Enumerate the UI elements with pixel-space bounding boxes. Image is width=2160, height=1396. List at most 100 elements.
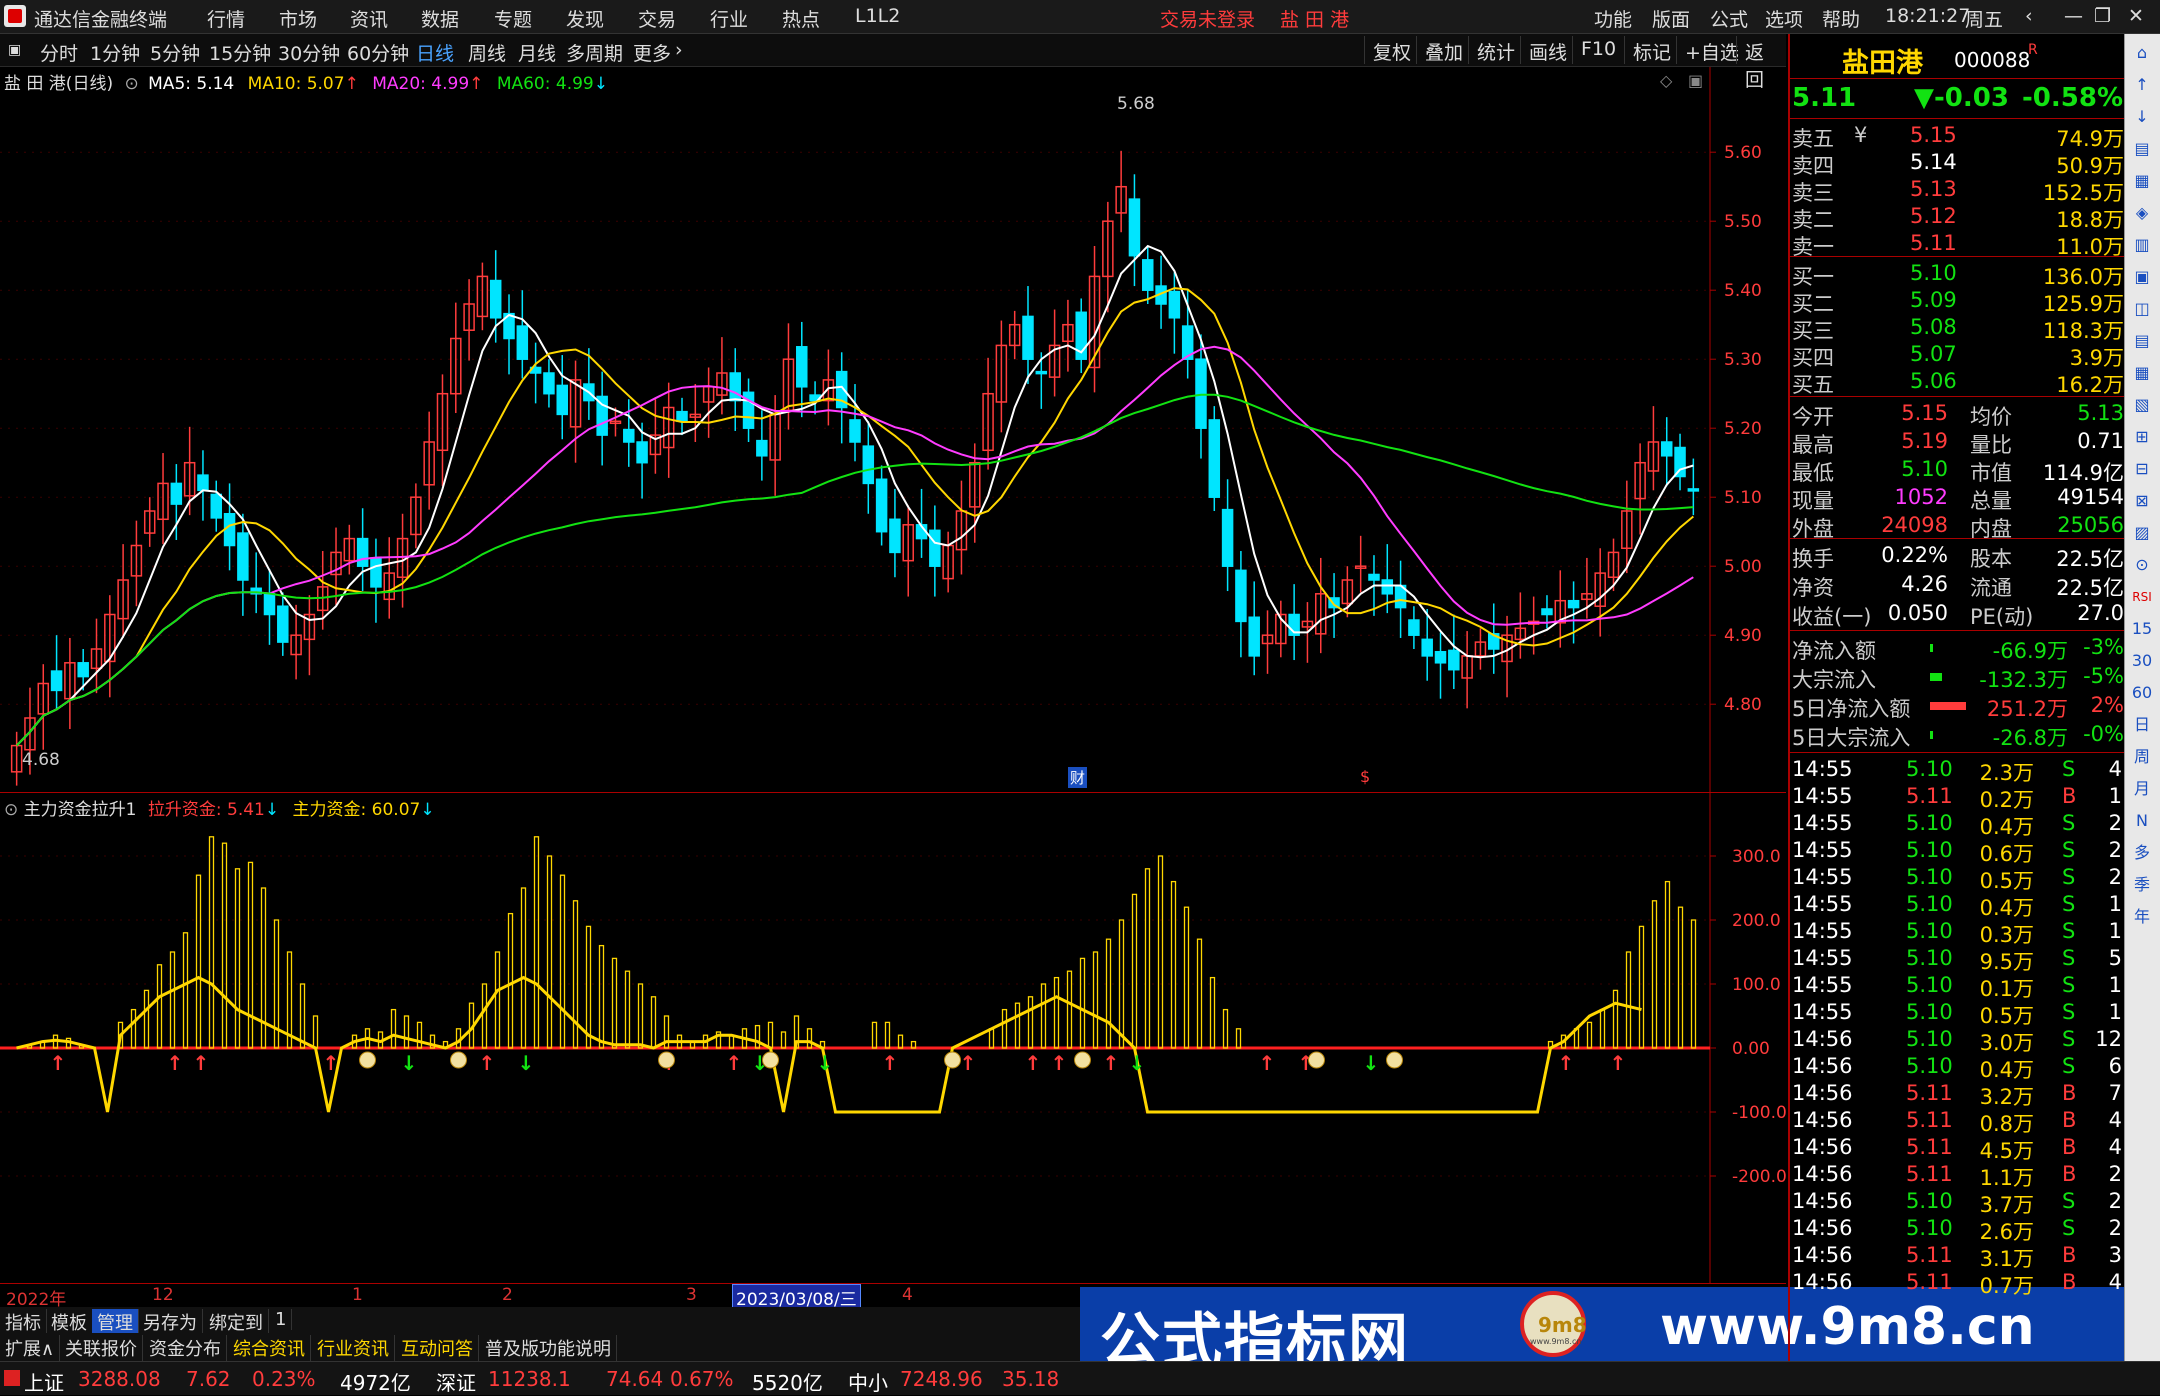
finance-event-marker[interactable]: 财 bbox=[1068, 767, 1088, 788]
login-status[interactable]: 交易未登录 bbox=[1160, 5, 1255, 32]
toolbar-icon[interactable]: ⊠ bbox=[2129, 488, 2155, 514]
period-shortcut-9[interactable]: 季 bbox=[2129, 872, 2155, 898]
menu-gongshi[interactable]: 公式 bbox=[1710, 5, 1748, 32]
period-shortcut-0[interactable]: RSI bbox=[2129, 584, 2155, 610]
candle-body bbox=[796, 346, 808, 388]
price-chart-panel[interactable]: 盐 田 港(日线) ⊙ MA5: 5.14 MA10: 5.07↑ MA20: … bbox=[0, 67, 1786, 792]
toolbar-icon[interactable]: ⌂ bbox=[2129, 40, 2155, 66]
panel-toggle-icon[interactable]: ▣ bbox=[8, 42, 21, 58]
menu-hangqing[interactable]: 行情 bbox=[207, 5, 245, 32]
flow-pct: -5% bbox=[2083, 664, 2124, 688]
period-shortcut-8[interactable]: 多 bbox=[2129, 840, 2155, 866]
tab-guanlian-baojia[interactable]: 关联报价 bbox=[60, 1335, 143, 1361]
ask-row: 卖一 5.11 11.0万 bbox=[1790, 230, 2126, 259]
period-60min[interactable]: 60分钟 bbox=[347, 39, 409, 66]
restore-icon[interactable]: ❐ bbox=[2094, 5, 2111, 27]
toolbar-icon[interactable]: ⊟ bbox=[2129, 456, 2155, 482]
sh-label[interactable]: 上证 bbox=[24, 1367, 64, 1396]
tab-lingcunwei[interactable]: 另存为 bbox=[138, 1309, 203, 1335]
menu-gongneng[interactable]: 功能 bbox=[1594, 5, 1632, 32]
toolbar-icon[interactable]: ▨ bbox=[2129, 520, 2155, 546]
menu-banmian[interactable]: 版面 bbox=[1652, 5, 1690, 32]
period-shortcut-7[interactable]: N bbox=[2129, 808, 2155, 834]
menu-redian[interactable]: 热点 bbox=[782, 5, 820, 32]
tab-kuozhan[interactable]: 扩展∧ bbox=[0, 1335, 61, 1361]
btn-back[interactable]: 返回 bbox=[1736, 36, 1786, 91]
toolbar-icon[interactable]: ▥ bbox=[2129, 232, 2155, 258]
tab-guanli[interactable]: 管理 bbox=[92, 1309, 139, 1335]
period-more[interactable]: 更多 bbox=[633, 39, 671, 66]
menu-xuanxiang[interactable]: 选项 bbox=[1765, 5, 1803, 32]
menu-hangye[interactable]: 行业 bbox=[710, 5, 748, 32]
sz-label[interactable]: 深证 bbox=[436, 1367, 476, 1396]
period-shortcut-1[interactable]: 15 bbox=[2129, 616, 2155, 642]
period-multi[interactable]: 多周期 bbox=[566, 39, 623, 66]
tab-zhibiao[interactable]: 指标 bbox=[0, 1309, 47, 1335]
menu-zhuanti[interactable]: 专题 bbox=[494, 5, 532, 32]
period-weekly[interactable]: 周线 bbox=[468, 39, 506, 66]
minimize-icon[interactable]: — bbox=[2064, 5, 2083, 27]
zx-label[interactable]: 中小 bbox=[848, 1367, 888, 1396]
period-shortcut-4[interactable]: 日 bbox=[2129, 712, 2155, 738]
tab-hudong-wenda[interactable]: 互动问答 bbox=[396, 1335, 479, 1361]
period-monthly[interactable]: 月线 bbox=[518, 39, 556, 66]
menu-zixun[interactable]: 资讯 bbox=[350, 5, 388, 32]
period-shortcut-10[interactable]: 年 bbox=[2129, 904, 2155, 930]
funds-bar-chart[interactable]: 300.0 200.0 100.0 0.00 -100.0 -200.0 ↑ ↑ ↑ ↑ ↑ ↑ ↑ ↑ ↑… bbox=[0, 793, 1786, 1283]
toolbar-icon[interactable]: ◈ bbox=[2129, 200, 2155, 226]
dividend-event-marker[interactable]: $ bbox=[1360, 767, 1370, 786]
period-shortcut-3[interactable]: 60 bbox=[2129, 680, 2155, 706]
menu-shichang[interactable]: 市场 bbox=[279, 5, 317, 32]
tick-row: 14:55 5.11 0.2万 B 1 bbox=[1790, 783, 2126, 812]
period-1min[interactable]: 1分钟 bbox=[90, 39, 140, 66]
tab-1[interactable]: 1 bbox=[270, 1309, 293, 1330]
candlestick-chart[interactable]: 5.60 5.50 5.40 5.30 5.20 5.10 5.00 4.90 4.80 bbox=[0, 67, 1786, 792]
menu-bangzhu[interactable]: 帮助 bbox=[1822, 5, 1860, 32]
tab-hangye-zixun[interactable]: 行业资讯 bbox=[312, 1335, 395, 1361]
menu-l1l2[interactable]: L1L2 bbox=[855, 5, 900, 27]
period-30min[interactable]: 30分钟 bbox=[278, 39, 340, 66]
toolbar-icon[interactable]: ▤ bbox=[2129, 328, 2155, 354]
tick-count: 2 bbox=[2108, 811, 2122, 835]
money-bag-icon bbox=[1308, 1051, 1325, 1069]
toolbar-icon[interactable]: ▦ bbox=[2129, 360, 2155, 386]
tab-function-help[interactable]: 普及版功能说明 bbox=[480, 1335, 617, 1361]
tab-zijin-fenbu[interactable]: 资金分布 bbox=[144, 1335, 227, 1361]
close-icon[interactable]: ✕ bbox=[2128, 5, 2144, 27]
menu-shuju[interactable]: 数据 bbox=[421, 5, 459, 32]
period-shortcut-2[interactable]: 30 bbox=[2129, 648, 2155, 674]
btn-biaoji[interactable]: 标记 bbox=[1624, 36, 1679, 64]
indicator-panel[interactable]: ⊙ 主力资金拉升1 拉升资金: 5.41↓ 主力资金: 60.07↓ 300.0… bbox=[0, 792, 1786, 1283]
toolbar-icon[interactable]: ▧ bbox=[2129, 392, 2155, 418]
menu-faxian[interactable]: 发现 bbox=[566, 5, 604, 32]
toolbar-icon[interactable]: ↓ bbox=[2129, 104, 2155, 130]
chevron-right-icon[interactable]: › bbox=[675, 39, 683, 61]
period-15min[interactable]: 15分钟 bbox=[209, 39, 271, 66]
btn-f10[interactable]: F10 bbox=[1572, 36, 1624, 64]
toolbar-icon[interactable]: ⊞ bbox=[2129, 424, 2155, 450]
period-daily[interactable]: 日线 bbox=[416, 39, 454, 66]
tab-bangdingdao[interactable]: 绑定到 bbox=[204, 1309, 269, 1335]
toolbar-icon[interactable]: ⊙ bbox=[2129, 552, 2155, 578]
banner-logo: 9m8 www.9m8.cn bbox=[1520, 1291, 1587, 1357]
toolbar-icon[interactable]: ◫ bbox=[2129, 296, 2155, 322]
up-signal-arrow: ↑ bbox=[960, 1051, 977, 1075]
toolbar-icon[interactable]: ▦ bbox=[2129, 168, 2155, 194]
stat-label: 最低 bbox=[1792, 461, 1834, 485]
tab-zonghe-zixun[interactable]: 综合资讯 bbox=[228, 1335, 311, 1361]
tab-muban[interactable]: 模板 bbox=[46, 1309, 93, 1335]
toolbar-icon[interactable]: ▤ bbox=[2129, 136, 2155, 162]
btn-fuquan[interactable]: 复权 bbox=[1364, 36, 1419, 64]
btn-diejia[interactable]: 叠加 bbox=[1416, 36, 1471, 64]
btn-huaxian[interactable]: 画线 bbox=[1520, 36, 1575, 64]
toolbar-icon[interactable]: ↑ bbox=[2129, 72, 2155, 98]
back-arrow-icon[interactable]: ‹ bbox=[2025, 5, 2033, 27]
menu-jiaoyi[interactable]: 交易 bbox=[638, 5, 676, 32]
toolbar-icon[interactable]: ▣ bbox=[2129, 264, 2155, 290]
btn-tongji[interactable]: 统计 bbox=[1468, 36, 1523, 64]
clock-weekday: 周五 bbox=[1965, 9, 2004, 31]
period-shortcut-6[interactable]: 月 bbox=[2129, 776, 2155, 802]
period-5min[interactable]: 5分钟 bbox=[150, 39, 200, 66]
period-shortcut-5[interactable]: 周 bbox=[2129, 744, 2155, 770]
period-fenshi[interactable]: 分时 bbox=[40, 39, 78, 66]
